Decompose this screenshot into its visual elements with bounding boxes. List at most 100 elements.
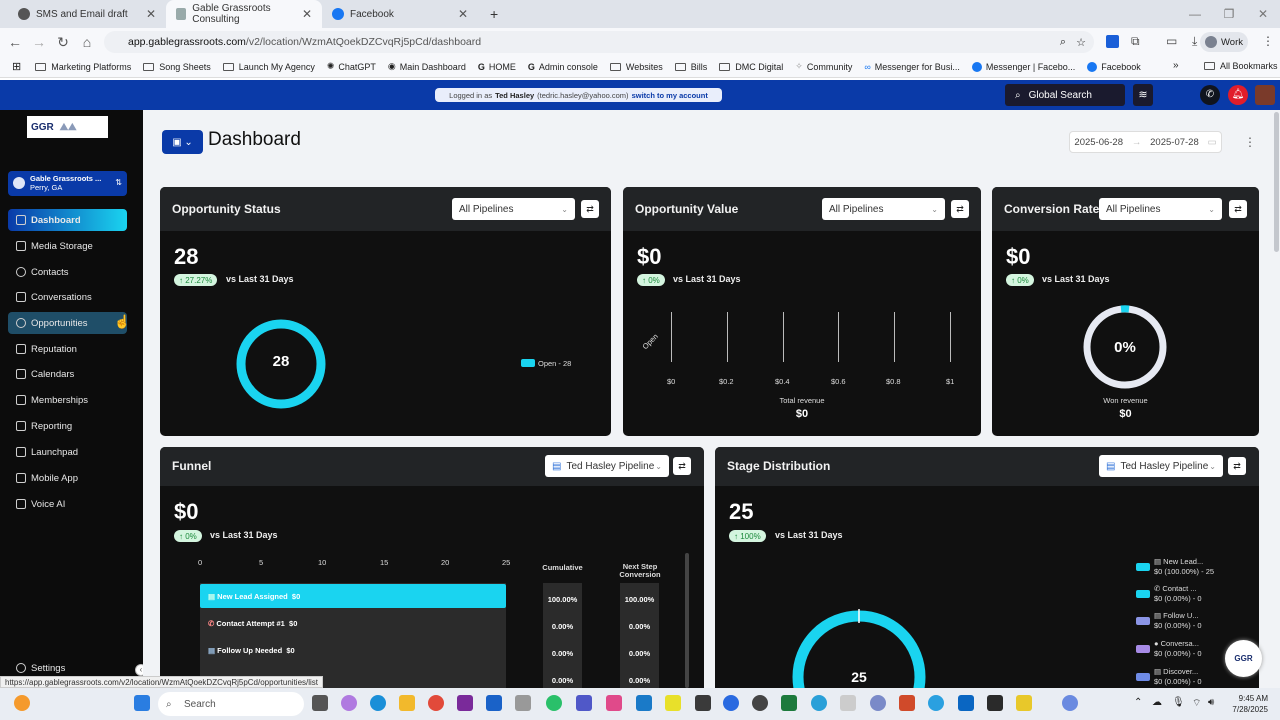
sidebar-item-conversations[interactable]: Conversations [8, 286, 127, 308]
excel-icon[interactable] [781, 695, 797, 711]
sidebar-item-voice-ai[interactable]: Voice AI [8, 493, 127, 515]
app-icon[interactable] [752, 695, 768, 711]
close-window-icon[interactable]: ✕ [1246, 7, 1280, 21]
apps-grid-icon[interactable]: ⊞ [12, 60, 21, 73]
pipeline-select[interactable]: ▤ Ted Hasley Pipeline ⌄ [1099, 455, 1223, 477]
pipeline-select[interactable]: All Pipelines ⌄ [822, 198, 945, 220]
filter-toggle-icon[interactable]: ⇄ [581, 200, 599, 218]
cloud-icon[interactable]: ☁ [1152, 697, 1162, 708]
sidebar-item-media-storage[interactable]: Media Storage [8, 235, 127, 257]
telegram-icon[interactable] [928, 695, 944, 711]
settings-app-icon[interactable] [870, 695, 886, 711]
minimize-icon[interactable]: — [1178, 7, 1212, 21]
system-clock[interactable]: 9:45 AM 7/28/2025 [1232, 693, 1268, 715]
teams-icon[interactable] [576, 695, 592, 711]
pipeline-select[interactable]: All Pipelines ⌄ [452, 198, 575, 220]
sidebar-item-reputation[interactable]: Reputation [8, 338, 127, 360]
close-tab-icon[interactable]: ✕ [302, 7, 312, 21]
outlook-icon[interactable] [486, 695, 502, 711]
bookmark-item[interactable]: Websites [609, 62, 663, 72]
maximize-icon[interactable]: ❐ [1212, 7, 1246, 21]
app-icon[interactable] [665, 695, 681, 711]
app-icon[interactable] [636, 695, 652, 711]
extension-icon[interactable] [1106, 35, 1119, 48]
bookmark-item[interactable]: DMC Digital [719, 62, 783, 72]
microphone-icon[interactable]: 🎙︎ [1172, 697, 1185, 708]
app-icon[interactable] [840, 695, 856, 711]
page-scrollbar[interactable] [1274, 112, 1279, 252]
funnel-scrollbar[interactable] [685, 553, 689, 688]
pipeline-select[interactable]: All Pipelines ⌄ [1099, 198, 1222, 220]
forward-icon[interactable]: → [27, 34, 51, 50]
url-bar[interactable]: app.gablegrassroots.com/v2/location/WzmA… [104, 31, 1094, 53]
switch-account-link[interactable]: switch to my account [632, 91, 708, 100]
zoom-icon[interactable]: ⌕ [1060, 36, 1066, 49]
bookmark-item[interactable]: Bills [674, 62, 707, 72]
app-icon[interactable] [1016, 695, 1032, 711]
onenote-icon[interactable] [457, 695, 473, 711]
phone-icon[interactable]: ✆ [1200, 85, 1220, 105]
dashboard-switcher-button[interactable]: ▣ ⌄ [162, 130, 203, 154]
chevron-up-icon[interactable]: ⌃ [1134, 697, 1142, 708]
sidebar-item-dashboard[interactable]: Dashboard [8, 209, 127, 231]
pipeline-select[interactable]: ▤ Ted Hasley Pipeline ⌄ [545, 455, 669, 477]
tab-sms-email[interactable]: SMS and Email draft ✕ [8, 0, 166, 28]
menu-kebab-icon[interactable]: ⋮ [1262, 34, 1274, 48]
slack-icon[interactable] [606, 695, 622, 711]
back-icon[interactable]: ← [3, 34, 27, 50]
layers-icon[interactable]: ≋ [1133, 84, 1153, 106]
home-icon[interactable]: ⌂ [75, 34, 99, 50]
legend-item[interactable]: ▤ New Lead... $0 (100.00%) - 25 [1154, 557, 1214, 577]
bookmark-item[interactable]: Facebook [1087, 61, 1141, 72]
bookmark-item[interactable]: G Admin console [528, 62, 598, 72]
powerpoint-icon[interactable] [899, 695, 915, 711]
app-icon[interactable] [515, 695, 531, 711]
sidebar-item-memberships[interactable]: Memberships [8, 389, 127, 411]
tab-search-icon[interactable]: ▭ [1166, 34, 1177, 48]
app-icon[interactable] [987, 695, 1003, 711]
bookmark-item[interactable]: G HOME [478, 62, 516, 72]
more-options-icon[interactable]: ⋮ [1244, 135, 1256, 149]
all-bookmarks[interactable]: All Bookmarks [1204, 61, 1278, 71]
app-icon[interactable] [1062, 695, 1078, 711]
close-tab-icon[interactable]: ✕ [146, 7, 156, 21]
windows-start-icon[interactable] [134, 695, 150, 711]
bookmark-item[interactable]: Marketing Platforms [35, 62, 131, 72]
bookmark-item[interactable]: Launch My Agency [222, 62, 315, 72]
filter-toggle-icon[interactable]: ⇄ [951, 200, 969, 218]
filter-toggle-icon[interactable]: ⇄ [673, 457, 691, 475]
bookmark-item[interactable]: ✺ ChatGPT [327, 61, 376, 72]
legend-item[interactable]: ● Conversa... $0 (0.00%) - 0 [1154, 639, 1202, 659]
close-tab-icon[interactable]: ✕ [458, 7, 468, 21]
app-icon[interactable] [811, 695, 827, 711]
filter-toggle-icon[interactable]: ⇄ [1228, 457, 1246, 475]
chrome-icon[interactable] [428, 695, 444, 711]
reload-icon[interactable]: ↻ [51, 34, 75, 51]
bookmark-item[interactable]: Messenger | Facebo... [971, 61, 1075, 72]
bookmark-item[interactable]: ◉ Main Dashboard [388, 61, 466, 72]
task-view-icon[interactable] [312, 695, 328, 711]
filter-toggle-icon[interactable]: ⇄ [1229, 200, 1247, 218]
whatsapp-icon[interactable] [546, 695, 562, 711]
chat-widget-button[interactable]: GGR [1225, 640, 1262, 677]
bookmark-item[interactable]: ✧ Community [795, 61, 852, 72]
sidebar-item-calendars[interactable]: Calendars [8, 363, 127, 385]
sidebar-item-mobile-app[interactable]: Mobile App [8, 467, 127, 489]
bookmark-item[interactable]: ∞ Messenger for Busi... [864, 62, 959, 72]
sidebar-item-contacts[interactable]: Contacts [8, 261, 127, 283]
date-range-picker[interactable]: 2025-06-28 → 2025-07-28 ▭ [1069, 131, 1222, 153]
legend-item[interactable]: ✆ Contact ... $0 (0.00%) - 0 [1154, 584, 1202, 604]
edge-icon[interactable] [370, 695, 386, 711]
copilot-icon[interactable] [341, 695, 357, 711]
legend-item[interactable]: ▤ Discover... $0 (0.00%) - 0 [1154, 667, 1202, 687]
global-search-button[interactable]: ⌕ Global Search [1005, 84, 1125, 106]
sidebar-item-opportunities[interactable]: Opportunities [8, 312, 127, 334]
star-icon[interactable]: ☆ [1076, 36, 1086, 49]
sidebar-item-launchpad[interactable]: Launchpad [8, 441, 127, 463]
volume-icon[interactable]: 🔊︎ [1208, 697, 1214, 708]
file-explorer-icon[interactable] [399, 695, 415, 711]
linkedin-icon[interactable] [958, 695, 974, 711]
notification-bell-icon[interactable]: 🔔︎ [1228, 85, 1248, 105]
legend-item[interactable]: ▤ Follow U... $0 (0.00%) - 0 [1154, 611, 1202, 631]
wifi-icon[interactable]: ⌔ [1192, 697, 1201, 710]
